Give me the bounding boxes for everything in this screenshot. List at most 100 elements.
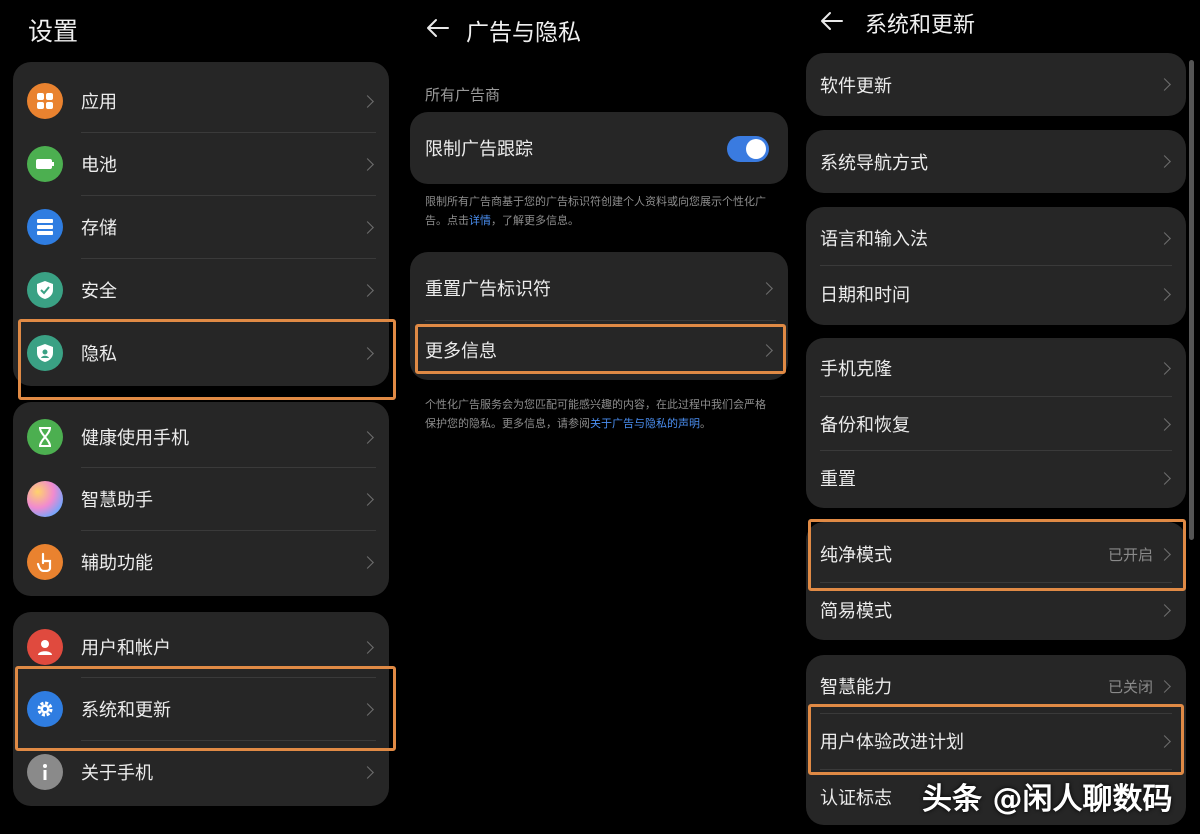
- apps-icon: [27, 83, 63, 119]
- desc-line: 告。点击详情，了解更多信息。: [425, 211, 790, 230]
- chevron-right-icon: [361, 95, 374, 108]
- highlight-box-pure-mode: [808, 519, 1186, 591]
- chevron-right-icon: [361, 493, 374, 506]
- software-update-card: 软件更新: [806, 53, 1186, 116]
- navigation-row[interactable]: 系统导航方式: [806, 130, 1186, 193]
- chevron-right-icon: [1158, 680, 1171, 693]
- highlight-box-ux-plan: [808, 704, 1184, 775]
- smart-ability-status: 已关闭: [1108, 677, 1154, 696]
- chevron-right-icon: [361, 158, 374, 171]
- chevron-right-icon: [1158, 362, 1171, 375]
- ads-privacy-panel: 广告与隐私 所有广告商 限制广告跟踪 限制所有广告商基于您的广告标识符创建个人资…: [400, 0, 800, 834]
- desc-line: 保护您的隐私。更多信息，请参阅关于广告与隐私的声明。: [425, 414, 790, 433]
- settings-item-label: 安全: [81, 281, 117, 302]
- page-title: 广告与隐私: [466, 20, 581, 46]
- settings-item-storage[interactable]: 存储: [13, 196, 389, 258]
- back-arrow-icon[interactable]: [426, 18, 450, 38]
- settings-item-apps[interactable]: 应用: [13, 70, 389, 132]
- datetime-label: 日期和时间: [820, 285, 910, 306]
- software-update-row[interactable]: 软件更新: [806, 53, 1186, 116]
- settings-panel: 设置 应用 电池 存储 安全 隐私 健康使用手机 智慧助手 辅助功能 用户和帐户…: [0, 0, 400, 834]
- chevron-right-icon: [760, 282, 773, 295]
- info-icon: [27, 754, 63, 790]
- reset-ad-id-row[interactable]: 重置广告标识符: [410, 256, 788, 320]
- backup-card: 手机克隆 备份和恢复 重置: [806, 338, 1186, 508]
- chevron-right-icon: [361, 641, 374, 654]
- settings-item-label: 智慧助手: [81, 490, 153, 511]
- personalized-ads-description: 个性化广告服务会为您匹配可能感兴趣的内容，在此过程中我们会严格 保护您的隐私。更…: [425, 395, 790, 433]
- settings-item-smart-assistant[interactable]: 智慧助手: [13, 468, 389, 530]
- desc-text: 。: [700, 417, 711, 430]
- chevron-right-icon: [1158, 288, 1171, 301]
- settings-item-label: 应用: [81, 92, 117, 113]
- user-icon: [27, 629, 63, 665]
- reset-row[interactable]: 重置: [806, 451, 1186, 505]
- chevron-right-icon: [1158, 78, 1171, 91]
- chevron-right-icon: [1158, 472, 1171, 485]
- hand-icon: [27, 544, 63, 580]
- settings-item-label: 健康使用手机: [81, 428, 189, 449]
- section-header: 所有广告商: [425, 86, 501, 104]
- desc-text: 告。点击: [425, 214, 469, 227]
- back-arrow-icon[interactable]: [820, 11, 844, 31]
- watermark: 头条 @闲人聊数码: [922, 782, 1173, 817]
- limit-tracking-row[interactable]: 限制广告跟踪: [410, 112, 788, 184]
- chevron-right-icon: [1158, 155, 1171, 168]
- desc-text: 保护您的隐私。更多信息，请参阅: [425, 417, 590, 430]
- settings-item-accessibility[interactable]: 辅助功能: [13, 531, 389, 593]
- backup-label: 备份和恢复: [820, 415, 910, 436]
- settings-item-label: 用户和帐户: [81, 638, 171, 659]
- highlight-box-system-update: [15, 666, 396, 751]
- navigation-card: 系统导航方式: [806, 130, 1186, 193]
- datetime-row[interactable]: 日期和时间: [806, 266, 1186, 322]
- phone-clone-label: 手机克隆: [820, 359, 892, 380]
- page-title: 系统和更新: [865, 13, 976, 38]
- limit-tracking-label: 限制广告跟踪: [425, 139, 533, 160]
- hourglass-icon: [27, 419, 63, 455]
- navigation-label: 系统导航方式: [820, 152, 928, 174]
- toggle-knob: [746, 139, 766, 159]
- limit-tracking-toggle[interactable]: [727, 136, 769, 162]
- phone-clone-row[interactable]: 手机克隆: [806, 341, 1186, 395]
- smart-assistant-icon: [27, 481, 63, 517]
- chevron-right-icon: [361, 431, 374, 444]
- highlight-box-privacy: [18, 319, 396, 400]
- settings-item-label: 存储: [81, 218, 117, 239]
- language-row[interactable]: 语言和输入法: [806, 210, 1186, 266]
- cert-label: 认证标志: [820, 788, 892, 809]
- settings-item-digital-balance[interactable]: 健康使用手机: [13, 406, 389, 468]
- desc-text: ，了解更多信息。: [491, 214, 579, 227]
- backup-row[interactable]: 备份和恢复: [806, 397, 1186, 451]
- settings-item-label: 电池: [81, 155, 117, 176]
- language-label: 语言和输入法: [820, 229, 928, 250]
- details-link[interactable]: 详情: [469, 214, 491, 227]
- chevron-right-icon: [361, 221, 374, 234]
- chevron-right-icon: [1158, 232, 1171, 245]
- settings-item-label: 辅助功能: [81, 553, 153, 574]
- settings-item-security[interactable]: 安全: [13, 259, 389, 321]
- desc-line: 个性化广告服务会为您匹配可能感兴趣的内容，在此过程中我们会严格: [425, 398, 766, 411]
- battery-icon: [27, 146, 63, 182]
- storage-icon: [27, 209, 63, 245]
- software-update-label: 软件更新: [820, 75, 892, 97]
- privacy-statement-link[interactable]: 关于广告与隐私的声明: [590, 417, 700, 430]
- page-title: 设置: [28, 17, 79, 46]
- reset-ad-id-label: 重置广告标识符: [425, 279, 551, 300]
- language-datetime-card: 语言和输入法 日期和时间: [806, 207, 1186, 325]
- simple-mode-label: 简易模式: [820, 601, 892, 622]
- desc-line: 限制所有广告商基于您的广告标识符创建个人资料或向您展示个性化广: [425, 195, 766, 208]
- reset-label: 重置: [820, 469, 856, 490]
- chevron-right-icon: [1158, 418, 1171, 431]
- system-update-panel: 系统和更新 软件更新 系统导航方式 语言和输入法 日期和时间 手机克隆 备份和恢…: [800, 0, 1200, 834]
- settings-item-battery[interactable]: 电池: [13, 133, 389, 195]
- limit-tracking-description: 限制所有广告商基于您的广告标识符创建个人资料或向您展示个性化广 告。点击详情，了…: [425, 192, 790, 230]
- shield-icon: [27, 272, 63, 308]
- chevron-right-icon: [361, 766, 374, 779]
- chevron-right-icon: [361, 284, 374, 297]
- scrollbar[interactable]: [1189, 60, 1194, 540]
- smart-ability-label: 智慧能力: [820, 677, 892, 698]
- chevron-right-icon: [361, 556, 374, 569]
- limit-tracking-card: 限制广告跟踪: [410, 112, 788, 184]
- settings-group-2: 健康使用手机 智慧助手 辅助功能: [13, 402, 389, 596]
- settings-item-label: 关于手机: [81, 763, 153, 784]
